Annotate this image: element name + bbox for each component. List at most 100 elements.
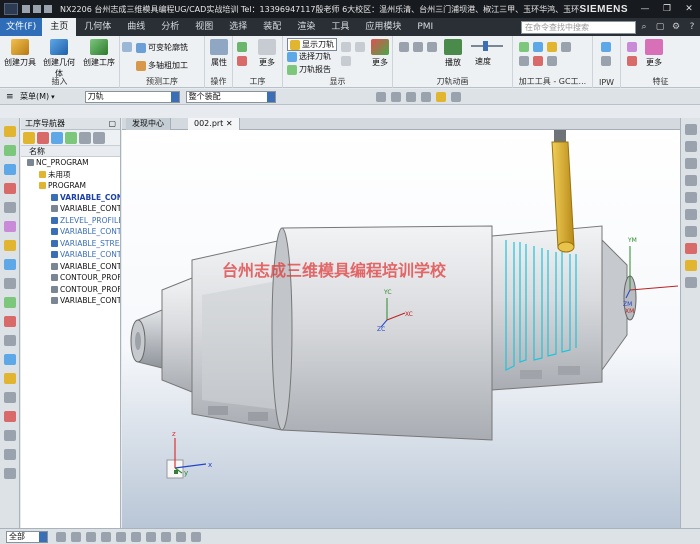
help-icon[interactable]: ? <box>684 22 700 32</box>
display-icon-3[interactable] <box>355 42 365 52</box>
mt-icon-3[interactable] <box>547 42 557 52</box>
expand-all-icon[interactable] <box>93 132 105 144</box>
resource-bar-icon[interactable] <box>4 411 16 422</box>
tree-row[interactable]: VARIABLE_CONTOUR_3 <box>21 249 120 261</box>
tree-row[interactable]: VARIABLE_CONTOUR_4 <box>21 261 120 273</box>
more-button-1[interactable]: 更多 <box>250 39 284 68</box>
assembly-filter-dropdown[interactable]: 整个装配 <box>185 90 276 103</box>
speed-slider-thumb[interactable] <box>483 41 488 51</box>
view-tool-icon[interactable] <box>685 158 697 169</box>
snap-icon-4[interactable] <box>420 91 431 102</box>
view-tool-icon[interactable] <box>685 277 697 288</box>
tab-pmi[interactable]: PMI <box>409 18 441 36</box>
tab-select[interactable]: 选择 <box>221 18 255 36</box>
view-tool-icon[interactable] <box>685 209 697 220</box>
tree-row[interactable]: ZLEVEL_PROFILE <box>21 215 120 227</box>
close-icon[interactable]: ✕ <box>226 119 233 128</box>
tab-curve[interactable]: 曲线 <box>119 18 153 36</box>
more-button-4[interactable]: 更多 <box>639 39 669 68</box>
mt-icon-1[interactable] <box>519 42 529 52</box>
status-icon-10[interactable] <box>191 531 201 542</box>
snap-icon-2[interactable] <box>390 91 401 102</box>
tree-row[interactable]: NC_PROGRAM <box>21 157 120 169</box>
show-toolpath-button[interactable]: 显示刀轨 <box>287 38 337 51</box>
geometry-view-icon[interactable] <box>51 132 63 144</box>
tab-tools[interactable]: 工具 <box>323 18 357 36</box>
feature-icon-2[interactable] <box>627 56 637 66</box>
tab-discovery-center[interactable]: 发现中心 <box>126 118 171 130</box>
undo-icon[interactable] <box>32 5 41 13</box>
step-back-icon[interactable] <box>413 42 423 52</box>
mt-icon-4[interactable] <box>561 42 571 52</box>
window-icon[interactable]: ▢ <box>652 22 668 32</box>
ipw-icon-2[interactable] <box>601 56 611 66</box>
view-tool-icon[interactable] <box>685 226 697 237</box>
type-filter-dropdown[interactable]: 刀轨 <box>84 90 180 103</box>
resource-bar-icon[interactable] <box>4 430 16 441</box>
tree-row[interactable]: CONTOUR_PROFILE <box>21 272 120 284</box>
view-tool-icon[interactable] <box>685 124 697 135</box>
filter-all-dropdown[interactable]: 全部 <box>6 530 48 543</box>
properties-button[interactable]: 属性 <box>202 39 236 68</box>
tree-row[interactable]: VARIABLE_CONTOUR <box>21 192 120 204</box>
resource-bar-icon[interactable] <box>4 468 16 479</box>
display-icon-2[interactable] <box>341 56 351 66</box>
view-tool-icon[interactable] <box>685 243 697 254</box>
save-icon[interactable] <box>21 5 30 13</box>
tab-part-file[interactable]: 002.prt ✕ <box>188 118 240 130</box>
tree-row[interactable]: CONTOUR_PROFILE_1 <box>21 284 120 296</box>
resource-bar-icon[interactable] <box>4 126 16 137</box>
resource-bar-icon[interactable] <box>4 335 16 346</box>
resource-bar-icon[interactable] <box>4 145 16 156</box>
tree-row[interactable]: VARIABLE_CONTOUR_2 <box>21 226 120 238</box>
snap-icon-3[interactable] <box>405 91 416 102</box>
tool-view-icon[interactable] <box>37 132 49 144</box>
chevron-down-icon[interactable]: ▾ <box>51 93 55 101</box>
tree-row[interactable]: VARIABLE_CONTOUR_1 <box>21 203 120 215</box>
view-tool-icon[interactable] <box>685 175 697 186</box>
verify-icon[interactable] <box>237 56 247 66</box>
settings-icon[interactable]: ⚙ <box>668 22 684 32</box>
status-icon-7[interactable] <box>146 531 156 542</box>
more-button-2[interactable]: 更多 <box>365 39 395 68</box>
ipw-icon-1[interactable] <box>601 42 611 52</box>
file-menu[interactable]: 文件(F) <box>0 18 43 36</box>
multi-axis-button[interactable]: 多轴粗加工 <box>136 60 188 71</box>
toolpath-report-button[interactable]: 刀轨报告 <box>287 64 331 75</box>
resource-bar-icon[interactable] <box>4 221 16 232</box>
status-icon-8[interactable] <box>161 531 171 542</box>
create-tool-button[interactable]: 创建刀具 <box>3 39 37 68</box>
view-tool-icon[interactable] <box>685 141 697 152</box>
resource-bar-icon[interactable] <box>4 278 16 289</box>
snap-icon-1[interactable] <box>375 91 386 102</box>
status-icon-4[interactable] <box>101 531 111 542</box>
resource-bar-icon[interactable] <box>4 183 16 194</box>
mt-icon-5[interactable] <box>519 56 529 66</box>
create-geometry-button[interactable]: 创建几何体 <box>42 39 76 79</box>
create-operation-button[interactable]: 创建工序 <box>82 39 116 68</box>
minimize-button[interactable]: — <box>634 0 656 18</box>
resource-bar-icon[interactable] <box>4 297 16 308</box>
program-view-icon[interactable] <box>23 132 35 144</box>
redo-icon[interactable] <box>43 5 52 13</box>
snap-icon-6[interactable] <box>450 91 461 102</box>
rewind-icon[interactable] <box>399 42 409 52</box>
tab-render[interactable]: 渲染 <box>289 18 323 36</box>
pin-icon[interactable]: ▢ <box>108 118 116 130</box>
tree-row[interactable]: 未用项 <box>21 169 120 181</box>
tab-geometry[interactable]: 几何体 <box>76 18 119 36</box>
command-search-input[interactable]: 在命令查找中搜索 <box>521 20 636 34</box>
snap-icon-5[interactable] <box>435 91 446 102</box>
tab-applications[interactable]: 应用模块 <box>357 18 409 36</box>
variable-contour-button[interactable]: 可变轮廓铣 <box>136 42 188 53</box>
search-icon[interactable]: ⌕ <box>636 22 652 32</box>
select-toolpath-button[interactable]: 选择刀轨 <box>287 51 331 62</box>
view-tool-icon[interactable] <box>685 192 697 203</box>
tab-assembly[interactable]: 装配 <box>255 18 289 36</box>
tab-home[interactable]: 主页 <box>42 18 77 36</box>
status-icon-5[interactable] <box>116 531 126 542</box>
resource-bar-icon[interactable] <box>4 354 16 365</box>
tab-view[interactable]: 视图 <box>187 18 221 36</box>
resource-bar-icon[interactable] <box>4 164 16 175</box>
generate-icon[interactable] <box>237 42 247 52</box>
